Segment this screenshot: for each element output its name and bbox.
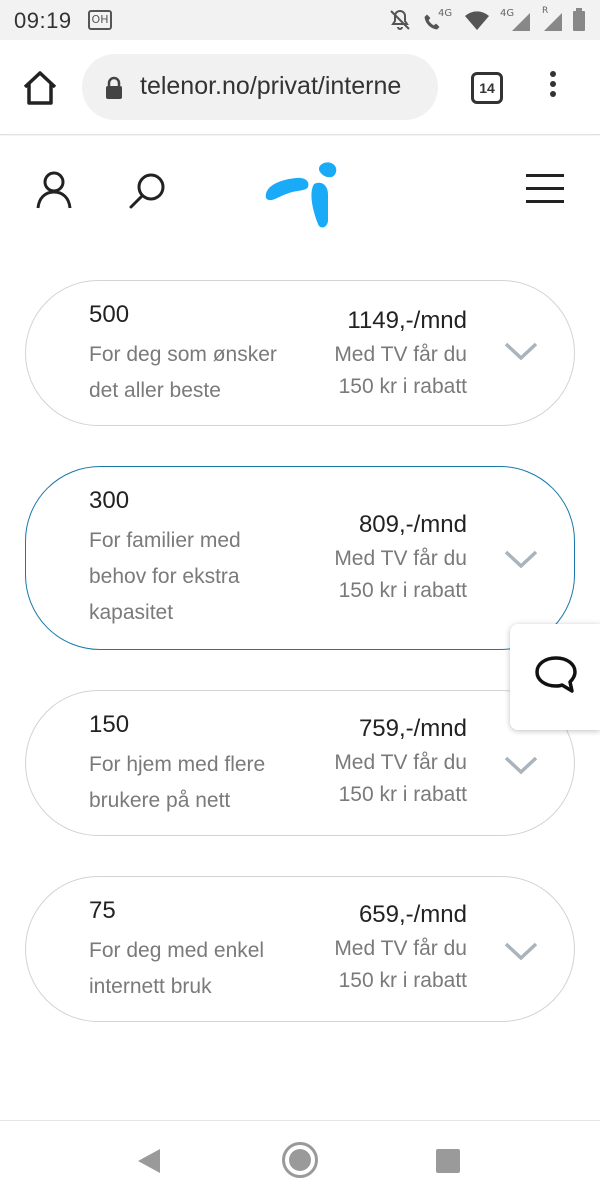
plan-description: For deg som ønsker det aller beste	[89, 343, 277, 402]
user-icon[interactable]	[34, 170, 74, 210]
plan-price: 809,-/mnd	[358, 511, 467, 538]
signal-roaming-icon	[544, 13, 562, 31]
plan-price: 759,-/mnd	[358, 715, 467, 742]
wifi-icon	[465, 11, 489, 30]
chevron-down-icon[interactable]	[504, 341, 538, 361]
call-4g-indicator: 4G	[422, 8, 454, 32]
silent-icon	[390, 9, 410, 30]
signal-icon	[512, 13, 530, 31]
notification-app-icon: OH	[88, 10, 112, 30]
telenor-logo-icon[interactable]	[262, 158, 340, 230]
chat-widget-button[interactable]	[510, 624, 600, 730]
plan-card-150[interactable]: 150 For hjem med flere brukere på nett 7…	[25, 690, 575, 836]
home-icon[interactable]	[20, 68, 60, 108]
plan-card-300[interactable]: 300 For familier med behov for ekstra ka…	[25, 466, 575, 650]
plan-discount: Med TV får du 150 kr i rabatt	[334, 343, 467, 398]
site-header	[0, 136, 600, 246]
battery-icon	[573, 8, 585, 31]
plan-speed: 150	[89, 711, 130, 738]
plan-discount: Med TV får du 150 kr i rabatt	[334, 937, 467, 992]
plan-description: For familier med behov for ekstra kapasi…	[89, 529, 241, 624]
tab-switcher-button[interactable]: 14	[471, 72, 503, 104]
search-icon[interactable]	[128, 172, 168, 212]
status-time: 09:19	[14, 8, 72, 33]
back-icon[interactable]	[136, 1147, 162, 1175]
plan-speed: 500	[89, 301, 130, 328]
url-text: telenor.no/privat/interne	[140, 72, 402, 100]
home-circle-icon[interactable]	[281, 1141, 319, 1179]
plan-speed: 300	[89, 487, 130, 514]
roaming-indicator: R	[540, 6, 562, 32]
plan-price: 1149,-/mnd	[347, 307, 467, 334]
plan-speed: 75	[89, 897, 116, 924]
recent-apps-icon[interactable]	[436, 1149, 460, 1173]
call-network-label: 4G	[438, 8, 453, 19]
address-bar[interactable]: telenor.no/privat/interne	[82, 54, 438, 120]
status-icons: 4G 4G R	[388, 6, 586, 34]
lock-icon	[106, 76, 122, 99]
browser-menu-icon[interactable]	[540, 68, 566, 108]
browser-toolbar: telenor.no/privat/interne 14	[0, 40, 600, 135]
plan-card-75[interactable]: 75 For deg med enkel internett bruk 659,…	[25, 876, 575, 1022]
chevron-down-icon[interactable]	[504, 941, 538, 961]
system-nav-bar	[0, 1120, 600, 1200]
signal-4g-indicator: 4G	[500, 8, 530, 32]
plan-price: 659,-/mnd	[358, 901, 467, 928]
plan-discount: Med TV får du 150 kr i rabatt	[334, 751, 467, 806]
chevron-down-icon[interactable]	[504, 755, 538, 775]
plan-description: For deg med enkel internett bruk	[89, 939, 265, 998]
plan-description: For hjem med flere brukere på nett	[89, 753, 266, 812]
menu-icon[interactable]	[526, 174, 564, 204]
plan-discount: Med TV får du 150 kr i rabatt	[334, 547, 467, 602]
plan-card-500[interactable]: 500 For deg som ønsker det aller beste 1…	[25, 280, 575, 426]
status-bar: 09:19 OH 4G 4G R	[0, 0, 600, 40]
chat-bubble-icon	[535, 656, 577, 693]
chevron-down-icon[interactable]	[504, 549, 538, 569]
